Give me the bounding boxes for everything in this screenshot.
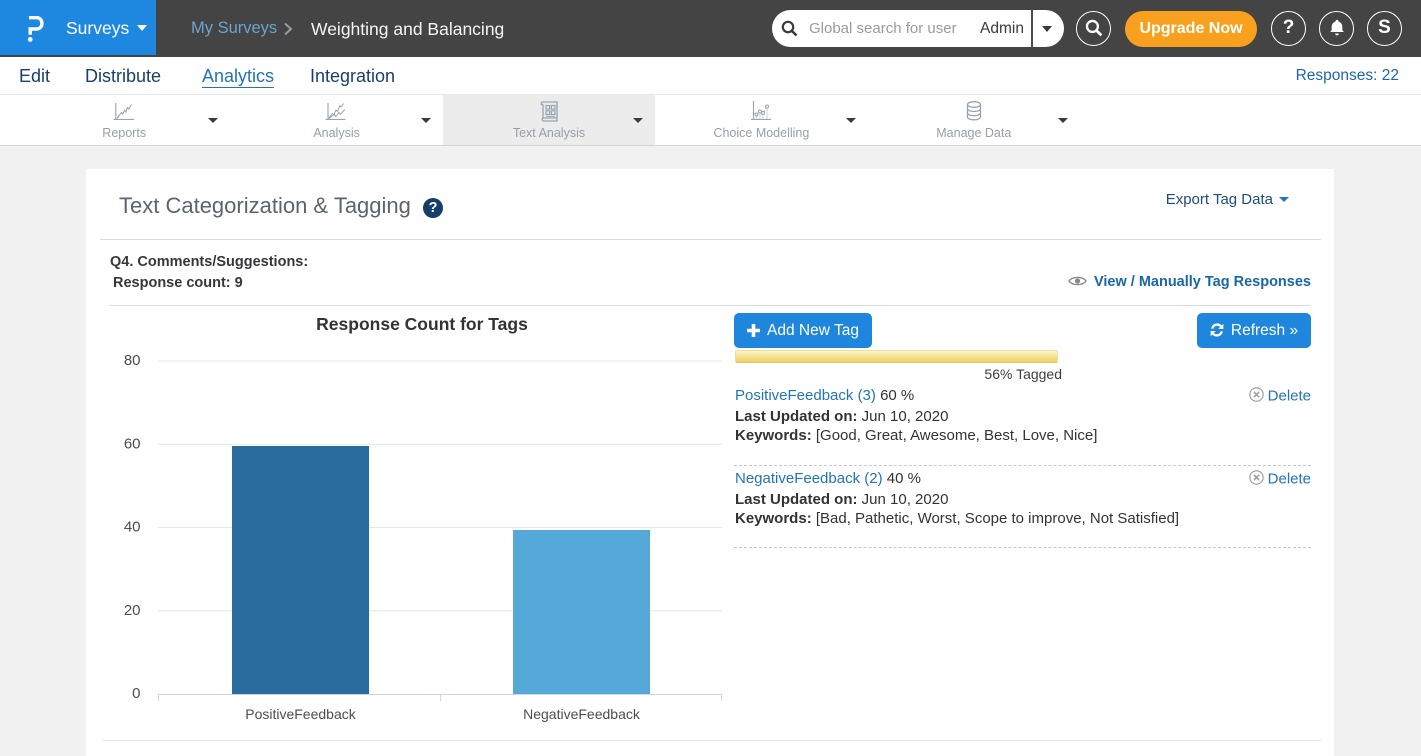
svg-text:80: 80 xyxy=(124,352,141,369)
svg-text:20: 20 xyxy=(124,602,141,619)
svg-text:60: 60 xyxy=(124,435,141,452)
svg-text:0: 0 xyxy=(132,685,140,702)
svg-text:40: 40 xyxy=(124,519,141,536)
svg-text:Response Count for Tags: Response Count for Tags xyxy=(316,314,528,334)
svg-text:PositiveFeedback: PositiveFeedback xyxy=(245,706,357,722)
svg-text:NegativeFeedback: NegativeFeedback xyxy=(523,706,641,722)
